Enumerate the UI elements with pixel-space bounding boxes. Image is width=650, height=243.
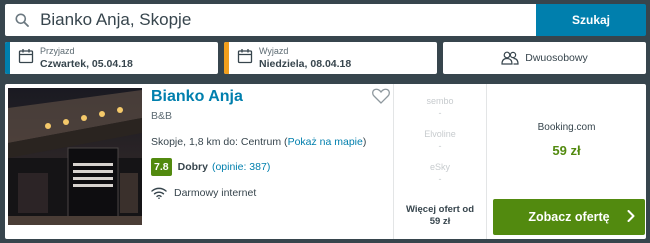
amenity-row: Darmowy internet (151, 187, 390, 199)
rating-label: Dobry (177, 161, 208, 173)
location-text: Skopje, 1,8 km do: Centrum ( (151, 136, 288, 148)
offer-price-2: - (438, 141, 442, 151)
deal-source: Booking.com (537, 122, 596, 133)
view-deal-label: Zobacz ofertę (528, 210, 610, 224)
two-people-icon (501, 51, 519, 65)
hotel-result-card: Bianko Anja B&B Skopje, 1,8 km do: Centr… (5, 84, 646, 239)
reviews-link[interactable]: (opinie: 387) (212, 161, 270, 173)
rating-row: 7.8 Dobry (opinie: 387) (151, 158, 390, 176)
more-offers-link[interactable]: Więcej ofert od 59 zł (394, 204, 486, 228)
calendar-icon (18, 48, 34, 69)
filter-bar: Przyjazd Czwartek, 05.04.18 Wyjazd Niedz… (5, 42, 646, 74)
location-close-paren: ) (362, 136, 367, 148)
calendar-icon (237, 48, 253, 69)
checkin-date-picker[interactable]: Przyjazd Czwartek, 05.04.18 (5, 42, 218, 74)
other-offers-column: sembo - Elvoline - eSky - Więcej ofert o… (393, 84, 487, 239)
search-input[interactable] (40, 10, 536, 30)
view-deal-button[interactable]: Zobacz ofertę (493, 199, 645, 235)
more-offers-line2: 59 zł (429, 216, 451, 227)
amenity-label: Darmowy internet (174, 187, 257, 199)
search-bar: Szukaj (5, 4, 646, 36)
checkin-value: Czwartek, 05.04.18 (40, 58, 133, 70)
checkout-date-picker[interactable]: Wyjazd Niedziela, 08.04.18 (224, 42, 437, 74)
hotel-location: Skopje, 1,8 km do: Centrum (Pokaż na map… (151, 136, 390, 148)
chevron-right-icon (627, 210, 635, 225)
deal-price: 59 zł (552, 143, 581, 158)
favorite-heart-icon[interactable] (372, 88, 390, 109)
best-deal-column: Booking.com 59 zł Zobacz ofertę (487, 84, 646, 239)
hotel-name-link[interactable]: Bianko Anja (151, 88, 390, 106)
search-button[interactable]: Szukaj (536, 4, 646, 36)
hotel-type: B&B (151, 110, 173, 122)
rating-score-badge: 7.8 (151, 158, 172, 176)
wifi-icon (151, 187, 167, 199)
checkin-color-bar (5, 42, 10, 74)
search-field[interactable] (5, 4, 536, 36)
room-type-label: Dwuosobowy (525, 52, 588, 64)
checkin-label: Przyjazd (40, 46, 75, 56)
hotel-info: Bianko Anja B&B Skopje, 1,8 km do: Centr… (142, 84, 390, 239)
search-icon (13, 11, 30, 29)
offer-price-1: - (438, 108, 442, 118)
offer-provider-2: Elvoline (424, 129, 456, 139)
offer-price-3: - (438, 174, 442, 184)
checkout-value: Niedziela, 08.04.18 (259, 58, 352, 70)
hotel-photo[interactable] (8, 88, 142, 225)
checkout-color-bar (224, 42, 229, 74)
more-offers-line1: Więcej ofert od (405, 204, 474, 215)
room-type-selector[interactable]: Dwuosobowy (443, 42, 646, 74)
show-on-map-link[interactable]: Pokaż na mapie (288, 136, 363, 148)
offer-provider-1: sembo (426, 96, 454, 106)
offer-provider-3: eSky (429, 162, 450, 172)
checkout-label: Wyjazd (259, 46, 289, 56)
